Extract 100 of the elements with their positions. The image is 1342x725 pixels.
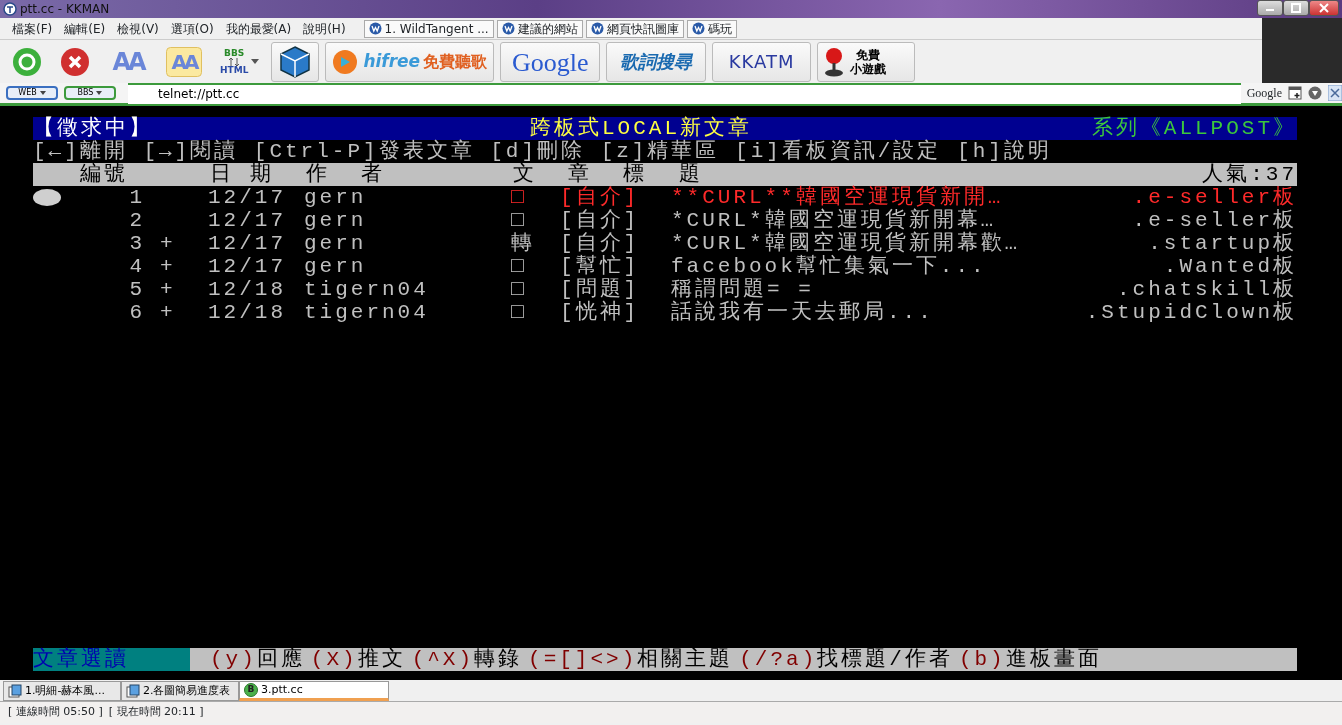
popularity-count: 人氣:37 bbox=[1202, 163, 1297, 186]
w-circle-icon bbox=[590, 22, 604, 35]
article-number: 2 bbox=[128, 209, 145, 232]
document-icon bbox=[8, 684, 22, 698]
lyrics-search-button[interactable]: 歌詞搜尋 bbox=[606, 41, 707, 82]
bbs-html-button[interactable]: BBS HTML bbox=[220, 48, 260, 75]
key-hint: (/?a) bbox=[739, 648, 818, 671]
column-header: 文 章 標 題 bbox=[513, 163, 704, 186]
menu-item[interactable]: 我的最愛(A) bbox=[219, 17, 298, 40]
board-name: .startup板 bbox=[1148, 232, 1297, 255]
new-tab-icon bbox=[1288, 86, 1302, 100]
caret-icon bbox=[251, 59, 260, 64]
post-date: 12/17 bbox=[208, 255, 287, 278]
w-circle-icon bbox=[368, 22, 382, 35]
board-name: .StupidClown板 bbox=[1085, 301, 1297, 324]
board-name: .e-seller板 bbox=[1132, 186, 1297, 209]
key-hint: (X) bbox=[310, 648, 358, 671]
joystick-icon bbox=[824, 46, 845, 77]
push-mark: + bbox=[160, 255, 176, 278]
bbs-label: BBS bbox=[224, 48, 245, 58]
author-name: gern bbox=[304, 186, 367, 209]
category-tag: [幫忙] bbox=[560, 255, 640, 278]
google-button[interactable]: Google bbox=[500, 41, 601, 82]
action-label: 找標題/作者 bbox=[817, 648, 953, 671]
restore-button[interactable] bbox=[1283, 0, 1309, 16]
key-hint: (y) bbox=[210, 648, 257, 671]
board-name: .e-seller板 bbox=[1132, 209, 1297, 232]
document-tab[interactable]: 2.各圖簡易進度表 bbox=[121, 681, 239, 701]
push-mark: + bbox=[160, 232, 176, 255]
post-date: 12/17 bbox=[208, 232, 287, 255]
mode-dropdown[interactable]: WEB bbox=[6, 86, 58, 100]
action-label: 相關主題 bbox=[637, 648, 734, 671]
post-date: 12/17 bbox=[208, 186, 287, 209]
close-icon bbox=[1319, 3, 1329, 13]
mode-label: 文章選讀 bbox=[33, 648, 190, 671]
column-header: 日 期 bbox=[210, 163, 275, 186]
menu-item[interactable]: 檔案(F) bbox=[6, 17, 59, 40]
push-mark: + bbox=[160, 278, 176, 301]
post-title: 稱謂問題= = bbox=[671, 278, 814, 301]
board-status: 【徵求中】 bbox=[33, 117, 154, 140]
category-tag: [問題] bbox=[560, 278, 640, 301]
category-tag: [自介] bbox=[560, 232, 640, 255]
favorite-link[interactable]: 碼玩 bbox=[686, 19, 737, 38]
post-title: *CURL*韓國空運現貨新開幕… bbox=[671, 209, 997, 232]
author-name: tigern04 bbox=[304, 301, 429, 324]
author-name: gern bbox=[304, 209, 367, 232]
post-title: *CURL*韓國空運現貨新開幕歡… bbox=[671, 232, 1021, 255]
author-name: tigern04 bbox=[304, 278, 429, 301]
favorite-link[interactable]: 1. WildTangent ... bbox=[363, 19, 494, 38]
action-label: 轉錄 bbox=[474, 648, 523, 671]
push-mark: + bbox=[160, 301, 176, 324]
action-label: 進板畫面 bbox=[1005, 648, 1102, 671]
key-hint: (=[]<>) bbox=[528, 648, 638, 671]
menu-item[interactable]: 編輯(E) bbox=[58, 17, 112, 40]
window-title: ptt.cc - KKMAN bbox=[20, 1, 110, 18]
stop-icon bbox=[60, 46, 90, 77]
url-field[interactable]: telnet://ptt.cc bbox=[128, 82, 1241, 104]
document-tab[interactable]: B 3.ptt.cc bbox=[239, 681, 389, 701]
post-title: **CURL**韓國空運現貨新開… bbox=[671, 186, 1004, 209]
document-tab[interactable]: 1.明細-赫本風... bbox=[3, 681, 121, 701]
author-name: gern bbox=[304, 255, 367, 278]
favorite-link[interactable]: 建議的網站 bbox=[496, 19, 583, 38]
caret-icon bbox=[96, 91, 103, 95]
go-button[interactable] bbox=[12, 46, 42, 77]
w-circle-icon bbox=[501, 22, 515, 35]
search-engine-label[interactable]: Google bbox=[1246, 84, 1282, 102]
html-label: HTML bbox=[220, 65, 249, 75]
article-number: 5 bbox=[128, 278, 145, 301]
app-icon bbox=[3, 2, 17, 16]
minimize-button[interactable] bbox=[1257, 0, 1283, 16]
cube-button[interactable] bbox=[271, 41, 320, 82]
article-number: 1 bbox=[128, 186, 145, 209]
menu-item[interactable]: 檢視(V) bbox=[111, 17, 165, 40]
close-icon bbox=[1328, 85, 1342, 101]
close-button[interactable] bbox=[1309, 0, 1339, 16]
go-icon bbox=[12, 46, 42, 77]
post-date: 12/18 bbox=[208, 301, 287, 324]
post-type-mark: □ bbox=[511, 278, 527, 301]
games-button[interactable]: 免費 小遊戲 bbox=[817, 41, 916, 82]
kkatm-button[interactable]: KKATM bbox=[712, 41, 812, 82]
menu-item[interactable]: 說明(H) bbox=[297, 17, 352, 40]
board-name: .Wanted板 bbox=[1163, 255, 1297, 278]
screen-title: 跨板式LOCAL新文章 bbox=[530, 117, 753, 140]
column-header: 作 者 bbox=[306, 163, 387, 186]
command-hints: [←]離開 [→]閱讀 [Ctrl-P]發表文章 [d]刪除 [z]精華區 [i]看板資訊/設定 [h]說明 bbox=[33, 140, 1053, 163]
post-type-mark: 轉 bbox=[511, 232, 535, 255]
key-hint: (^X) bbox=[411, 648, 475, 671]
category-tag: [自介] bbox=[560, 209, 640, 232]
swap-arrows-icon bbox=[228, 57, 241, 66]
key-hint: (b) bbox=[958, 648, 1006, 671]
dropdown-icon bbox=[1308, 86, 1322, 100]
document-icon bbox=[126, 684, 140, 698]
author-name: gern bbox=[304, 232, 367, 255]
stop-button[interactable] bbox=[60, 46, 90, 77]
restore-icon bbox=[1291, 3, 1301, 13]
post-type-mark: □ bbox=[511, 186, 527, 209]
mode-dropdown[interactable]: BBS bbox=[64, 86, 116, 100]
menu-item[interactable]: 選項(O) bbox=[164, 17, 220, 40]
favorite-link[interactable]: 網頁快訊圖庫 bbox=[585, 19, 684, 38]
status-text: [ 現在時間 20:11 ] bbox=[108, 704, 204, 721]
